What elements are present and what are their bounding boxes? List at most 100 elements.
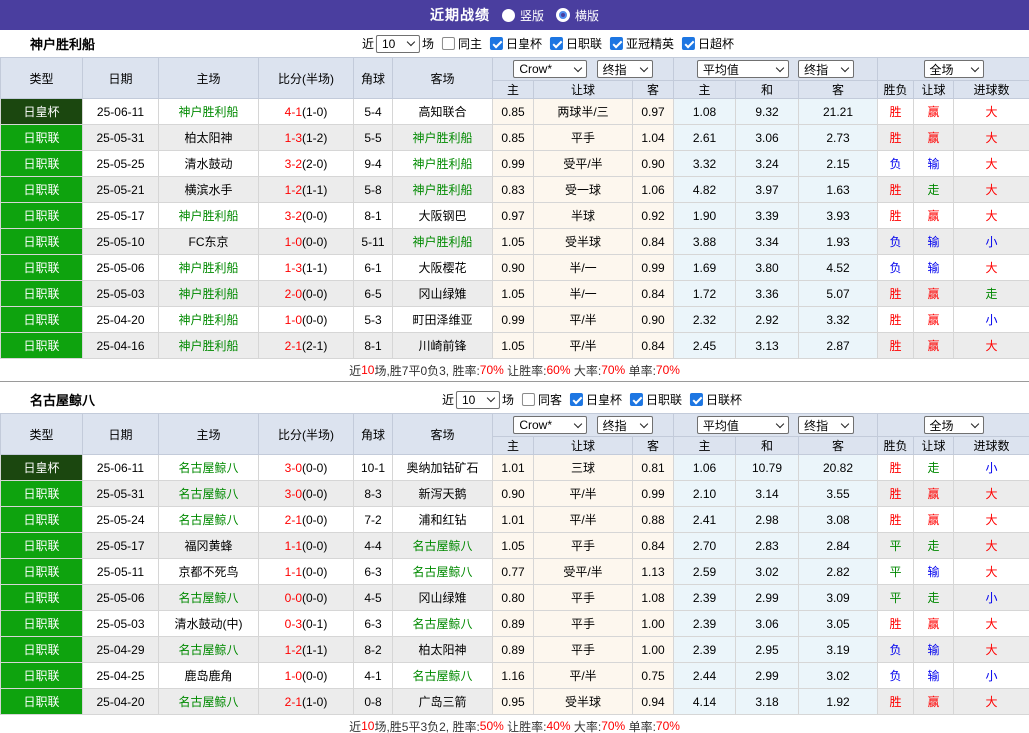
result-outcome: 负: [877, 662, 914, 689]
summary-text: 让胜率:: [503, 719, 547, 733]
odds-home: 0.99: [492, 150, 534, 177]
avg-source-select[interactable]: 平均值: [696, 60, 789, 78]
league-checkbox[interactable]: [682, 37, 696, 50]
halftime-score: (0-0): [302, 538, 328, 553]
scope-select[interactable]: 全场: [923, 60, 984, 78]
odds-home: 0.95: [492, 688, 534, 715]
select-value: Crow*: [519, 62, 552, 76]
match-row: 日职联 25-04-29 名古屋鲸八 1-2(1-1) 8-2 柏太阳神 0.89 平手 1.0…: [0, 636, 1029, 663]
avg-draw: 2.99: [735, 584, 799, 611]
match-date: 25-05-03: [82, 280, 159, 307]
result-goals: 小: [952, 228, 1029, 255]
avg-away: 2.73: [798, 124, 878, 151]
avg-home: 2.70: [673, 532, 736, 559]
away-team: 神户胜利船: [392, 124, 493, 151]
same-venue-checkbox[interactable]: [441, 37, 455, 50]
match-date: 25-05-24: [82, 506, 159, 533]
result-outcome: 胜: [877, 688, 914, 715]
avg-home: 1.69: [673, 254, 736, 281]
odds-home: 0.85: [492, 124, 534, 151]
odds-away: 1.08: [632, 584, 674, 611]
avg-source-select[interactable]: 平均值: [696, 416, 789, 434]
odds-handicap: 受平/半: [533, 150, 633, 177]
match-date: 25-04-25: [82, 662, 159, 689]
league-checkbox[interactable]: [550, 37, 564, 50]
odds-stage-select[interactable]: 终指: [596, 416, 653, 434]
avg-draw: 3.36: [735, 280, 799, 307]
home-team: 神户胜利船: [158, 98, 259, 125]
halftime-score: (1-0): [302, 694, 328, 709]
match-type: 日皇杯: [0, 454, 83, 481]
league-checkbox[interactable]: [630, 393, 644, 406]
match-date: 25-05-06: [82, 584, 159, 611]
league-checkbox[interactable]: [570, 393, 583, 406]
radio-unselected-icon: [556, 8, 570, 22]
half-score: 0-0(0-0): [258, 584, 354, 611]
home-team: 名古屋鲸八: [158, 688, 259, 715]
match-count-select[interactable]: 10: [375, 34, 420, 53]
near-label: 近: [361, 37, 374, 51]
select-value: 终指: [804, 62, 829, 77]
result-handicap: 输: [913, 636, 954, 663]
odds-home: 0.97: [492, 202, 534, 229]
avg-stage-select[interactable]: 终指: [798, 416, 855, 434]
avg-away: 3.02: [798, 662, 878, 689]
match-row: 日职联 25-05-31 柏太阳神 1-3(1-2) 5-5 神户胜利船 0.85 平手 1.0…: [0, 124, 1029, 151]
result-handicap: 走: [913, 532, 954, 559]
avg-draw: 3.06: [735, 124, 799, 151]
result-outcome: 胜: [877, 480, 914, 507]
odds-handicap: 两球半/三: [533, 98, 633, 125]
league-checkbox[interactable]: [489, 37, 503, 50]
col-handicap-result: 让球: [913, 436, 954, 455]
match-row: 日职联 25-05-06 神户胜利船 1-3(1-1) 6-1 大阪樱花 0.90 半/一 0.…: [0, 254, 1029, 281]
avg-stage-select[interactable]: 终指: [798, 60, 855, 78]
match-type: 日职联: [0, 636, 83, 663]
layout-radio-horizontal[interactable]: 横版: [556, 7, 599, 24]
league-checkbox[interactable]: [610, 37, 624, 50]
half-score: 3-2(0-0): [258, 202, 354, 229]
avg-draw: 3.13: [735, 332, 799, 359]
odds-stage-select[interactable]: 终指: [596, 60, 653, 78]
odds-away: 1.04: [632, 124, 674, 151]
odds-home: 1.05: [492, 280, 534, 307]
games-label: 场: [501, 393, 514, 407]
col-outcome: 胜负: [877, 80, 914, 99]
same-venue-checkbox[interactable]: [521, 393, 535, 406]
avg-home: 2.59: [673, 558, 736, 585]
home-team: 柏太阳神: [158, 124, 259, 151]
col-home: 主场: [158, 57, 259, 99]
col-handicap: 让球: [533, 80, 633, 99]
matches-table: 类型 日期 主场 比分(半场) 角球 客场 Crow* 终指 平均值 终指 全场…: [0, 57, 1029, 359]
chevron-down-icon: [406, 37, 416, 47]
result-goals: 大: [952, 532, 1029, 559]
away-team: 名古屋鲸八: [392, 532, 493, 559]
layout-radio-vertical[interactable]: 竖版: [501, 7, 544, 24]
same-venue-label: 同主: [457, 37, 482, 51]
half-score: 2-1(2-1): [258, 332, 354, 359]
league-checkbox[interactable]: [690, 393, 704, 406]
result-goals: 大: [952, 610, 1029, 637]
odds-source-select[interactable]: Crow*: [513, 416, 588, 434]
match-count-select[interactable]: 10: [455, 390, 500, 409]
fulltime-score: 2-1: [284, 694, 302, 709]
odds-handicap: 平手: [533, 610, 633, 637]
avg-draw: 3.39: [735, 202, 799, 229]
odds-away: 1.00: [632, 636, 674, 663]
match-row: 日皇杯 25-06-11 神户胜利船 4-1(1-0) 5-4 高知联合 0.85 两球半/三…: [0, 98, 1029, 125]
col-odds-away: 客: [632, 436, 674, 455]
match-date: 25-05-10: [82, 228, 159, 255]
odds-handicap: 平/半: [533, 332, 633, 359]
odds-source-select[interactable]: Crow*: [513, 60, 588, 78]
avg-away: 3.19: [798, 636, 878, 663]
halftime-score: (1-1): [302, 642, 328, 657]
col-date: 日期: [82, 413, 159, 455]
scope-select[interactable]: 全场: [923, 416, 984, 434]
avg-home: 1.08: [673, 98, 736, 125]
summary-text: 大率:: [570, 719, 602, 733]
match-type: 日职联: [0, 584, 83, 611]
fulltime-score: 2-1: [284, 338, 302, 353]
col-score: 比分(半场): [258, 57, 354, 99]
corners: 6-1: [353, 254, 393, 281]
odds-header-cell: Crow* 终指: [492, 413, 674, 437]
col-away: 客场: [392, 57, 493, 99]
